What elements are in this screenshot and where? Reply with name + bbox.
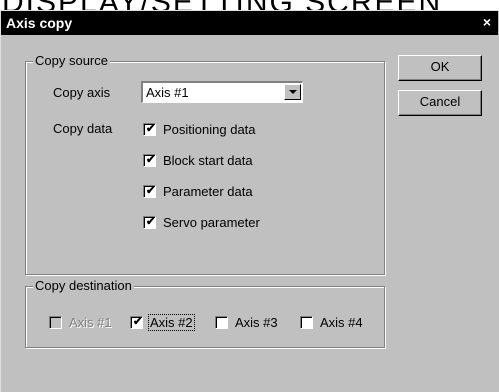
checkmark-icon: ✔ [146, 154, 156, 166]
checkbox-label: Parameter data [163, 184, 253, 199]
title-bar[interactable]: Axis copy × [1, 11, 498, 35]
checkmark-icon: ✔ [146, 185, 156, 197]
checkbox-box[interactable] [215, 316, 228, 329]
checkbox-box[interactable]: ✔ [143, 123, 156, 136]
checkbox-box [49, 316, 62, 329]
copy-data-label: Copy data [53, 121, 113, 136]
checkbox-label: Axis #4 [320, 315, 363, 330]
checkbox-label: Axis #2 [148, 314, 195, 331]
dialog-title: Axis copy [6, 15, 73, 31]
axis-copy-dialog: Axis copy × Copy source Copy axis Axis #… [0, 10, 499, 392]
checkmark-icon: ✔ [133, 316, 143, 328]
checkbox-box[interactable]: ✔ [143, 185, 156, 198]
chevron-down-icon[interactable] [284, 84, 301, 100]
checkbox-label: Block start data [163, 153, 253, 168]
checkbox-box[interactable] [300, 316, 313, 329]
checkbox-box[interactable]: ✔ [130, 316, 143, 329]
checkbox-box[interactable]: ✔ [143, 216, 156, 229]
cancel-button[interactable]: Cancel [398, 90, 482, 116]
copy-axis-select[interactable]: Axis #1 [141, 81, 303, 103]
close-button[interactable]: × [480, 15, 494, 29]
checkbox-label: Axis #1 [69, 315, 112, 330]
copy-axis-label: Copy axis [53, 85, 111, 100]
copy-source-legend: Copy source [33, 53, 110, 68]
checkbox-label: Axis #3 [235, 315, 278, 330]
ok-button[interactable]: OK [398, 55, 482, 81]
checkbox-label: Positioning data [163, 122, 256, 137]
checkbox-label: Servo parameter [163, 215, 260, 230]
copy-destination-legend: Copy destination [33, 278, 134, 293]
copy-axis-value: Axis #1 [146, 85, 189, 100]
checkbox-box[interactable]: ✔ [143, 154, 156, 167]
checkmark-icon: ✔ [146, 123, 156, 135]
checkmark-icon: ✔ [146, 216, 156, 228]
